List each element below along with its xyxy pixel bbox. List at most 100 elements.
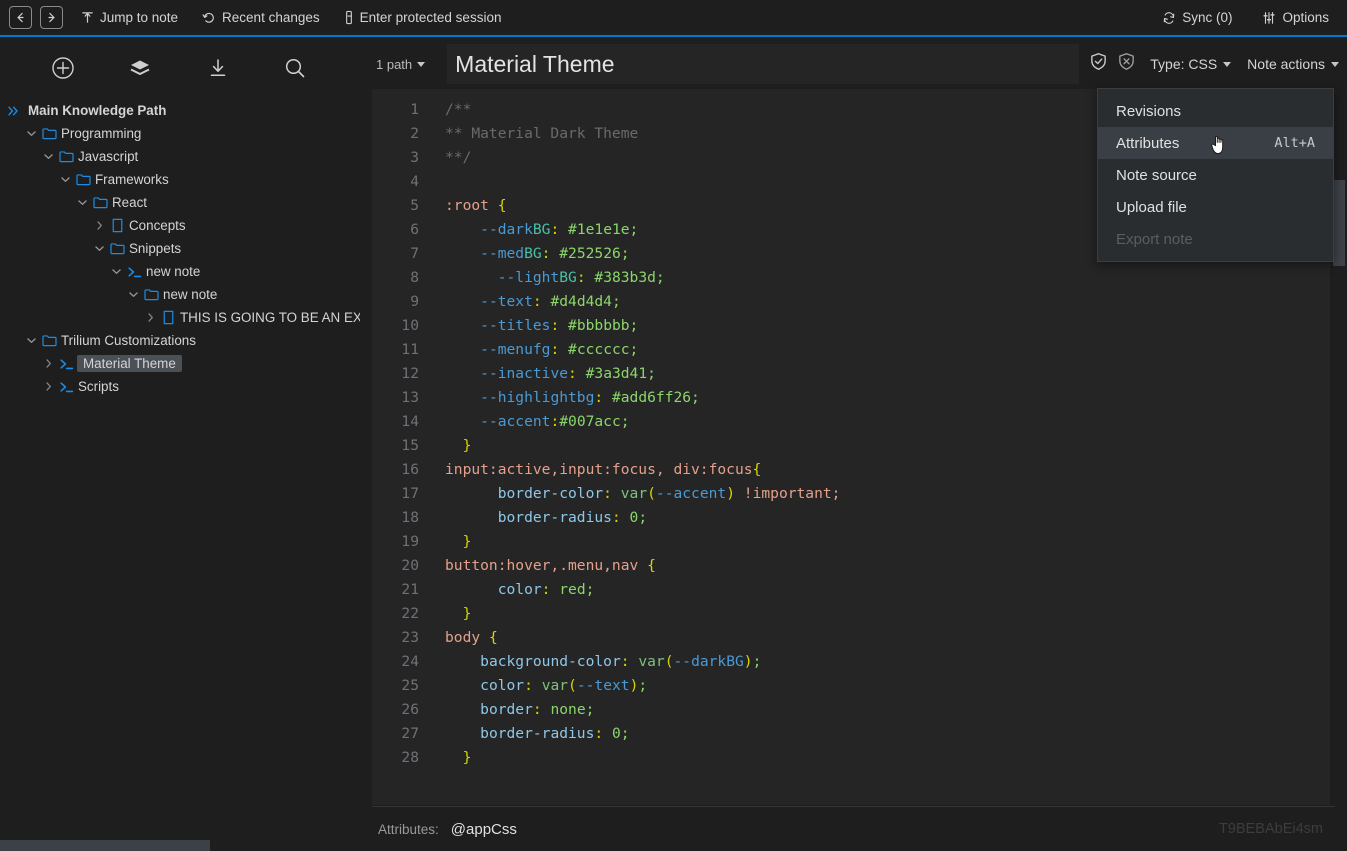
code-line[interactable]: 21 color: red; xyxy=(372,578,1335,602)
chevron-down-icon[interactable] xyxy=(23,336,39,345)
code-line[interactable]: 24 background-color: var(--darkBG); xyxy=(372,650,1335,674)
tree-item-concepts[interactable]: Concepts xyxy=(0,214,358,237)
code-text[interactable]: **/ xyxy=(430,146,471,170)
chevron-down-icon[interactable] xyxy=(40,152,56,161)
chevron-down-icon[interactable] xyxy=(57,175,73,184)
tree-item-frameworks[interactable]: Frameworks xyxy=(0,168,358,191)
chevron-down-icon[interactable] xyxy=(23,129,39,138)
code-text[interactable]: --accent:#007acc; xyxy=(430,410,629,434)
menu-item-revisions[interactable]: Revisions xyxy=(1098,95,1333,127)
code-line[interactable]: 22 } xyxy=(372,602,1335,626)
code-line[interactable]: 12 --inactive: #3a3d41; xyxy=(372,362,1335,386)
code-text[interactable]: --highlightbg: #add6ff26; xyxy=(430,386,700,410)
code-line[interactable]: 15 } xyxy=(372,434,1335,458)
note-type-button[interactable]: Type: CSS xyxy=(1142,52,1239,76)
sync-button[interactable]: Sync (0) xyxy=(1156,7,1238,28)
code-text[interactable]: color: red; xyxy=(430,578,595,602)
jump-to-note-button[interactable]: Jump to note xyxy=(75,7,184,28)
tree-item-main-knowledge-path[interactable]: Main Knowledge Path xyxy=(0,99,358,122)
menu-item-note-source[interactable]: Note source xyxy=(1098,159,1333,191)
forward-button[interactable] xyxy=(40,6,63,29)
code-text[interactable]: } xyxy=(430,602,472,626)
options-button[interactable]: Options xyxy=(1256,7,1335,28)
code-line[interactable]: 25 color: var(--text); xyxy=(372,674,1335,698)
menu-item-attributes[interactable]: Attributes Alt+A xyxy=(1098,127,1333,159)
code-text[interactable]: --text: #d4d4d4; xyxy=(430,290,621,314)
tree-item-scripts[interactable]: Scripts xyxy=(0,375,358,398)
chevron-right-icon[interactable] xyxy=(142,312,158,323)
code-line[interactable]: 26 border: none; xyxy=(372,698,1335,722)
shield-check-icon[interactable] xyxy=(1089,52,1108,76)
chevron-right-icon[interactable] xyxy=(91,220,107,231)
code-text[interactable]: } xyxy=(430,434,472,458)
code-text[interactable]: :root { xyxy=(430,194,507,218)
note-title-input[interactable]: Material Theme xyxy=(447,44,1080,84)
code-text[interactable]: color: var(--text); xyxy=(430,674,647,698)
code-line[interactable]: 9 --text: #d4d4d4; xyxy=(372,290,1335,314)
note-actions-button[interactable]: Note actions xyxy=(1239,52,1347,76)
code-text[interactable]: border-color: var(--accent) !important; xyxy=(430,482,841,506)
note-map-icon[interactable] xyxy=(125,53,155,83)
tree-item-this-is-going-to-be-an-ext[interactable]: THIS IS GOING TO BE AN EXT xyxy=(0,306,370,329)
code-text[interactable]: body { xyxy=(430,626,498,650)
code-line[interactable]: 23 body { xyxy=(372,626,1335,650)
code-text[interactable]: --lightBG: #383b3d; xyxy=(430,266,665,290)
code-line[interactable]: 10 --titles: #bbbbbb; xyxy=(372,314,1335,338)
code-text[interactable]: input:active,input:focus, div:focus{ xyxy=(430,458,761,482)
chevron-down-icon[interactable] xyxy=(125,290,141,299)
chevron-right-icon[interactable] xyxy=(40,381,56,392)
back-button[interactable] xyxy=(9,6,32,29)
note-tree[interactable]: Main Knowledge Path Programming Javascript… xyxy=(0,97,370,398)
collapse-tree-icon[interactable] xyxy=(203,53,233,83)
code-text[interactable]: --menufg: #cccccc; xyxy=(430,338,638,362)
search-icon[interactable] xyxy=(280,53,310,83)
code-text[interactable]: ** Material Dark Theme xyxy=(430,122,638,146)
code-text[interactable]: border-radius: 0; xyxy=(430,722,629,746)
code-text[interactable]: button:hover,.menu,nav { xyxy=(430,554,656,578)
attribute-appcss[interactable]: @appCss xyxy=(451,821,517,838)
protected-session-button[interactable]: Enter protected session xyxy=(338,7,508,28)
note-path-button[interactable]: 1 path xyxy=(370,53,431,76)
code-line[interactable]: 11 --menufg: #cccccc; xyxy=(372,338,1335,362)
recent-changes-button[interactable]: Recent changes xyxy=(196,7,326,28)
tree-item-snippets[interactable]: Snippets xyxy=(0,237,358,260)
note-actions-menu[interactable]: Revisions Attributes Alt+A Note source Uploa… xyxy=(1097,88,1334,262)
chevron-down-icon[interactable] xyxy=(108,267,124,276)
tree-item-programming[interactable]: Programming xyxy=(0,122,358,145)
tree-item-new-note[interactable]: new note xyxy=(0,283,358,306)
scrollbar-thumb[interactable] xyxy=(1333,180,1345,266)
tree-item-trilium-customizations[interactable]: Trilium Customizations xyxy=(0,329,358,352)
chevron-down-icon[interactable] xyxy=(74,198,90,207)
code-text[interactable]: } xyxy=(430,530,472,554)
code-text[interactable]: border-radius: 0; xyxy=(430,506,647,530)
code-line[interactable]: 27 border-radius: 0; xyxy=(372,722,1335,746)
menu-item-upload-file[interactable]: Upload file xyxy=(1098,191,1333,223)
code-text[interactable] xyxy=(430,170,445,194)
code-text[interactable]: --darkBG: #1e1e1e; xyxy=(430,218,638,242)
chevron-down-icon[interactable] xyxy=(91,244,107,253)
tree-item-javascript[interactable]: Javascript xyxy=(0,145,358,168)
shield-x-icon[interactable] xyxy=(1117,52,1136,76)
code-text[interactable]: } xyxy=(430,746,472,770)
code-line[interactable]: 8 --lightBG: #383b3d; xyxy=(372,266,1335,290)
code-line[interactable]: 13 --highlightbg: #add6ff26; xyxy=(372,386,1335,410)
tree-item-new-note[interactable]: new note xyxy=(0,260,358,283)
root-chevrons-icon[interactable] xyxy=(6,105,22,117)
chevron-right-icon[interactable] xyxy=(40,358,56,369)
tree-item-material-theme[interactable]: Material Theme xyxy=(0,352,358,375)
code-text[interactable]: /** xyxy=(430,98,471,122)
tree-item-react[interactable]: React xyxy=(0,191,358,214)
code-text[interactable]: border: none; xyxy=(430,698,594,722)
code-line[interactable]: 28 } xyxy=(372,746,1335,770)
code-line[interactable]: 16 input:active,input:focus, div:focus{ xyxy=(372,458,1335,482)
code-line[interactable]: 19 } xyxy=(372,530,1335,554)
code-line[interactable]: 20 button:hover,.menu,nav { xyxy=(372,554,1335,578)
code-line[interactable]: 18 border-radius: 0; xyxy=(372,506,1335,530)
new-note-icon[interactable] xyxy=(48,53,78,83)
code-text[interactable]: background-color: var(--darkBG); xyxy=(430,650,761,674)
code-text[interactable]: --inactive: #3a3d41; xyxy=(430,362,656,386)
sidebar-horizontal-scrollbar[interactable] xyxy=(0,840,210,851)
code-line[interactable]: 17 border-color: var(--accent) !importan… xyxy=(372,482,1335,506)
code-line[interactable]: 14 --accent:#007acc; xyxy=(372,410,1335,434)
code-text[interactable]: --medBG: #252526; xyxy=(430,242,629,266)
